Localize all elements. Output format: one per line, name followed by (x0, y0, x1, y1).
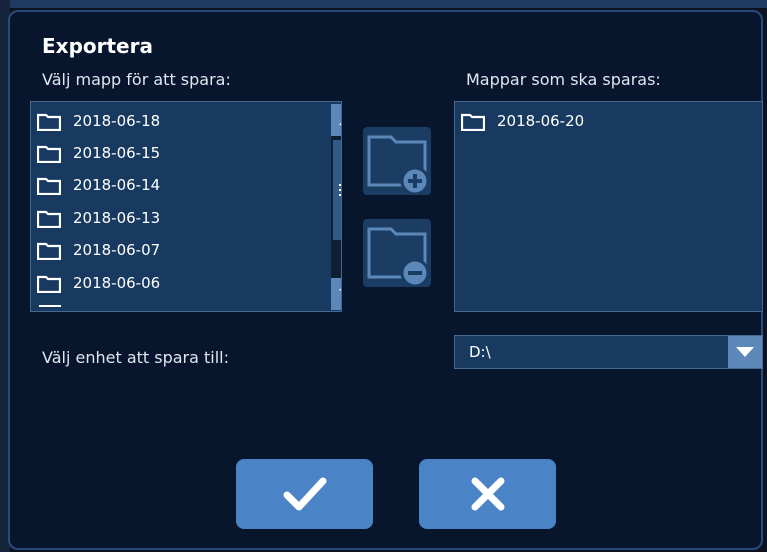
triangle-up-icon (339, 122, 341, 125)
folder-name: 2018-06-15 (73, 144, 161, 162)
folder-name: 2018-06-14 (73, 176, 161, 194)
chevron-down-icon (736, 347, 754, 357)
scrollbar[interactable] (331, 104, 341, 310)
folder-add-icon (367, 135, 430, 196)
source-folder-list[interactable]: 2018-06-18 2018-06-15 2018-06-14 2018-06… (30, 101, 342, 312)
list-item[interactable]: 2018-06-15 (37, 140, 160, 166)
folder-icon (461, 113, 485, 131)
triangle-down-icon (339, 289, 341, 292)
folder-name: 2018-06-18 (73, 112, 161, 130)
backdrop-window-edge (0, 0, 767, 8)
list-item[interactable]: 2018-06-07 (37, 237, 160, 263)
scroll-thumb[interactable] (333, 140, 341, 240)
partial-folder-icon (39, 305, 61, 311)
selected-folder-list[interactable]: 2018-06-20 (454, 101, 763, 312)
folder-name: 2018-06-07 (73, 241, 161, 259)
folder-icon (37, 242, 61, 260)
list-item[interactable]: 2018-06-13 (37, 205, 160, 231)
checkmark-icon (283, 477, 326, 511)
device-select[interactable]: D:\ (454, 335, 763, 369)
source-folder-label: Välj mapp för att spara: (42, 70, 231, 89)
cancel-button[interactable] (419, 459, 556, 529)
remove-folder-button[interactable] (363, 219, 431, 288)
list-item[interactable]: 2018-06-18 (37, 108, 160, 134)
device-value: D:\ (469, 343, 491, 361)
dialog-title: Exportera (42, 34, 153, 58)
scroll-up-button[interactable] (331, 104, 341, 136)
folder-icon (37, 113, 61, 131)
grip-icon (339, 184, 341, 196)
list-item[interactable]: 2018-06-06 (37, 270, 160, 296)
folder-remove-icon (367, 227, 430, 288)
export-dialog: Exportera Välj mapp för att spara: Mappa… (8, 10, 763, 550)
selected-folder-label: Mappar som ska sparas: (466, 70, 661, 89)
close-icon (471, 477, 504, 511)
list-item[interactable]: 2018-06-20 (461, 108, 584, 134)
folder-icon (37, 275, 61, 293)
folder-name: 2018-06-13 (73, 209, 161, 227)
folder-icon (37, 177, 61, 195)
confirm-button[interactable] (236, 459, 373, 529)
folder-name: 2018-06-20 (497, 112, 585, 130)
folder-icon (37, 145, 61, 163)
folder-name: 2018-06-06 (73, 274, 161, 292)
device-dropdown-button[interactable] (728, 336, 762, 368)
add-folder-button[interactable] (363, 127, 431, 196)
device-label: Välj enhet att spara till: (42, 348, 230, 367)
folder-icon (37, 210, 61, 228)
scroll-down-button[interactable] (331, 278, 341, 310)
list-item[interactable]: 2018-06-14 (37, 172, 160, 198)
